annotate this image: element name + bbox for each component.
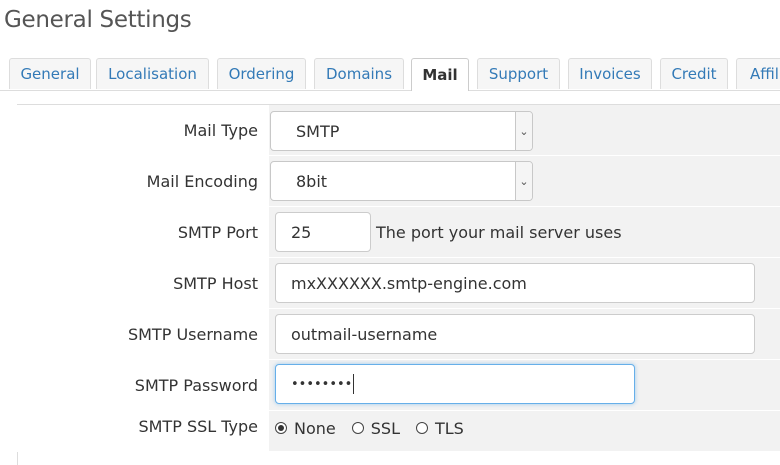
ssl-tls-label[interactable]: TLS <box>435 419 464 438</box>
smtp-username-value: outmail-username <box>291 324 438 344</box>
mail-encoding-select[interactable]: 8bit ⌄ <box>270 161 533 201</box>
ssl-none-label[interactable]: None <box>294 419 336 438</box>
smtp-password-input[interactable]: •••••••• <box>275 364 635 404</box>
mail-encoding-label: Mail Encoding <box>17 156 268 206</box>
settings-tabs: General Localisation Ordering Domains Ma… <box>0 58 780 91</box>
ssl-ssl-radio[interactable] <box>351 422 364 434</box>
smtp-host-label: SMTP Host <box>17 258 268 308</box>
tab-credit[interactable]: Credit <box>660 58 728 89</box>
ssl-none-radio[interactable] <box>275 422 287 434</box>
mail-encoding-value: 8bit <box>296 171 328 191</box>
tab-localisation[interactable]: Localisation <box>96 58 209 89</box>
tab-invoices[interactable]: Invoices <box>568 58 652 89</box>
smtp-port-label: SMTP Port <box>17 207 268 257</box>
text-caret <box>353 374 355 394</box>
smtp-username-label: SMTP Username <box>17 309 268 359</box>
tab-mail[interactable]: Mail <box>411 58 469 91</box>
chevron-down-icon: ⌄ <box>515 112 532 150</box>
smtp-host-input[interactable]: mxXXXXXX.smtp-engine.com <box>275 263 755 303</box>
smtp-password-label: SMTP Password <box>17 360 268 410</box>
smtp-port-help: The port your mail server uses <box>376 223 622 242</box>
smtp-port-input[interactable]: 25 <box>275 212 371 252</box>
smtp-host-value: mxXXXXXX.smtp-engine.com <box>291 273 527 293</box>
mail-type-select[interactable]: SMTP ⌄ <box>270 111 533 151</box>
mail-type-label: Mail Type <box>17 105 268 155</box>
tab-affiliates[interactable]: Affili <box>736 58 780 89</box>
tab-general[interactable]: General <box>9 58 91 89</box>
tab-domains[interactable]: Domains <box>314 58 404 89</box>
smtp-ssl-type-label: SMTP SSL Type <box>17 411 268 451</box>
tab-ordering[interactable]: Ordering <box>217 58 306 89</box>
smtp-username-input[interactable]: outmail-username <box>275 314 755 354</box>
ssl-ssl-label[interactable]: SSL <box>371 419 400 438</box>
chevron-down-icon: ⌄ <box>515 162 532 200</box>
tab-support[interactable]: Support <box>477 58 560 89</box>
smtp-port-value: 25 <box>291 222 312 242</box>
smtp-password-value: •••••••• <box>291 376 353 392</box>
ssl-tls-radio[interactable] <box>415 422 428 434</box>
mail-type-value: SMTP <box>296 121 340 141</box>
page-title: General Settings <box>4 7 192 33</box>
smtp-ssl-type-radios: None SSL TLS <box>275 418 480 438</box>
